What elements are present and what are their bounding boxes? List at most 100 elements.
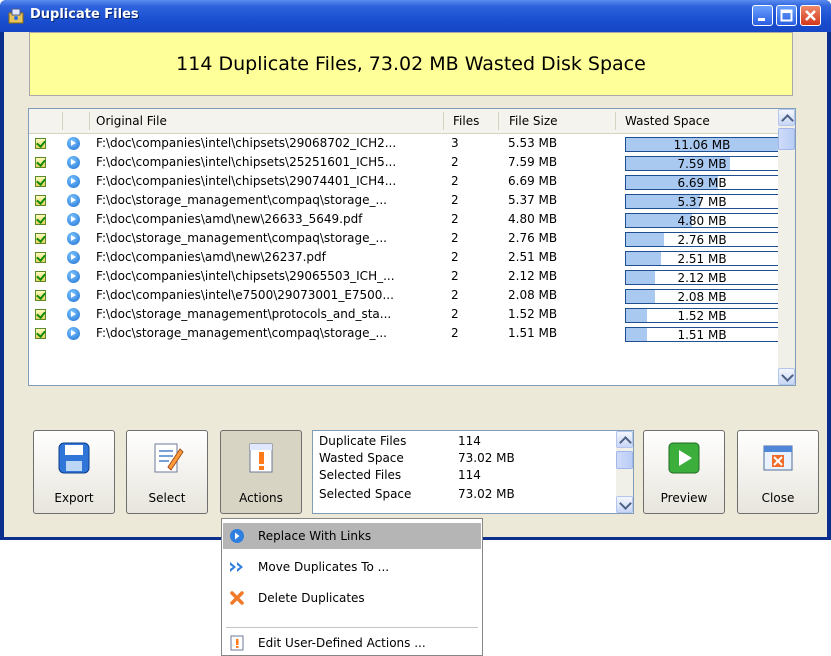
table-row[interactable]: F:\doc\storage_management\protocols_and_…: [29, 305, 795, 324]
wasted-space-cell: 2.12 MB: [677, 271, 727, 285]
actions-label: Actions: [239, 491, 283, 505]
minimize-button[interactable]: [752, 5, 773, 26]
save-disk-icon: [58, 442, 90, 474]
file-size-cell: 6.69 MB: [508, 174, 558, 188]
file-size-cell: 2.12 MB: [508, 269, 558, 283]
minimize-icon: [758, 18, 765, 21]
table-row[interactable]: F:\doc\companies\intel\chipsets\25251601…: [29, 153, 795, 172]
row-checkbox[interactable]: [35, 328, 46, 339]
table-row[interactable]: F:\doc\storage_management\compaq\storage…: [29, 191, 795, 210]
select-button[interactable]: Select: [126, 430, 208, 514]
wasted-space-bar: 2.12 MB: [625, 270, 779, 285]
table-row[interactable]: F:\doc\companies\intel\chipsets\29068702…: [29, 134, 795, 153]
stats-scroll-up[interactable]: [616, 431, 633, 449]
row-checkbox[interactable]: [35, 233, 46, 244]
maximize-button[interactable]: [776, 5, 797, 26]
table-row[interactable]: F:\doc\storage_management\compaq\storage…: [29, 324, 795, 343]
replace-links-icon: [230, 529, 244, 543]
close-window-icon: [763, 445, 793, 471]
preview-button[interactable]: Preview: [643, 430, 725, 514]
stat-label: Duplicate Files: [319, 434, 407, 448]
wasted-space-bar: 4.80 MB: [625, 213, 779, 228]
menu-item-label: Move Duplicates To ...: [258, 560, 390, 574]
files-count-cell: 2: [451, 269, 459, 283]
table-row[interactable]: F:\doc\companies\amd\new\26237.pdf 2 2.51 …: [29, 248, 795, 267]
row-checkbox[interactable]: [35, 214, 46, 225]
actions-button[interactable]: Actions: [220, 430, 302, 514]
action-arrow-icon: [67, 194, 80, 207]
table-row[interactable]: F:\doc\companies\amd\new\26633_5649.pdf 2…: [29, 210, 795, 229]
wasted-space-bar: 1.51 MB: [625, 327, 779, 342]
action-arrow-icon: [67, 232, 80, 245]
table-row[interactable]: F:\doc\storage_management\compaq\storage…: [29, 229, 795, 248]
row-checkbox[interactable]: [35, 195, 46, 206]
original-file-cell: F:\doc\companies\intel\chipsets\29074401…: [96, 174, 397, 188]
action-arrow-icon: [67, 175, 80, 188]
action-arrow-icon: [67, 156, 80, 169]
actions-icon: [249, 443, 273, 473]
list-scrollbar[interactable]: [778, 109, 795, 385]
wasted-space-cell: 1.51 MB: [677, 328, 727, 342]
table-row[interactable]: F:\doc\companies\intel\e7500\29073001_E7…: [29, 286, 795, 305]
row-checkbox[interactable]: [35, 271, 46, 282]
menu-item-delete-duplicates[interactable]: Delete Duplicates: [223, 585, 481, 611]
export-button[interactable]: Export: [33, 430, 115, 514]
row-checkbox[interactable]: [35, 290, 46, 301]
stats-scroll-thumb[interactable]: [616, 451, 633, 469]
scroll-up-button[interactable]: [778, 109, 795, 127]
move-icon: [230, 562, 243, 572]
app-icon: [8, 8, 24, 24]
file-size-cell: 1.52 MB: [508, 307, 558, 321]
column-wasted-space[interactable]: Wasted Space: [625, 114, 710, 128]
file-size-cell: 1.51 MB: [508, 326, 558, 340]
wasted-space-cell: 1.52 MB: [677, 309, 727, 323]
file-size-cell: 2.08 MB: [508, 288, 558, 302]
files-count-cell: 2: [451, 212, 459, 226]
menu-item-edit-user-defined-actions[interactable]: Edit User-Defined Actions ...: [223, 630, 481, 656]
stats-scrollbar[interactable]: [616, 431, 633, 513]
menu-item-label: Delete Duplicates: [258, 591, 365, 605]
table-row[interactable]: F:\doc\companies\intel\chipsets\29065503…: [29, 267, 795, 286]
menu-separator: [226, 627, 478, 628]
files-count-cell: 2: [451, 174, 459, 188]
duplicate-files-window: Duplicate Files 114 Duplicate Files, 73.…: [0, 0, 831, 540]
file-size-cell: 5.53 MB: [508, 136, 558, 150]
preview-label: Preview: [660, 491, 708, 505]
actions-menu: Replace With Links Move Duplicates To ..…: [221, 518, 483, 656]
action-arrow-icon: [67, 270, 80, 283]
scroll-thumb[interactable]: [778, 128, 795, 150]
original-file-cell: F:\doc\companies\amd\new\26237.pdf: [96, 250, 326, 264]
table-row[interactable]: F:\doc\companies\intel\chipsets\29074401…: [29, 172, 795, 191]
row-checkbox[interactable]: [35, 138, 46, 149]
close-button[interactable]: Close: [737, 430, 819, 514]
window-title: Duplicate Files: [30, 7, 139, 22]
close-window-button[interactable]: [800, 5, 821, 26]
scroll-down-button[interactable]: [778, 368, 795, 385]
stat-value: 114: [458, 468, 481, 482]
column-original-file[interactable]: Original File: [96, 114, 167, 128]
original-file-cell: F:\doc\companies\amd\new\26633_5649.pdf: [96, 212, 363, 226]
stats-scroll-down[interactable]: [616, 496, 633, 513]
wasted-space-cell: 2.76 MB: [677, 233, 727, 247]
column-file-size[interactable]: File Size: [509, 114, 558, 128]
stat-label: Selected Files: [319, 468, 402, 482]
row-checkbox[interactable]: [35, 252, 46, 263]
stat-value: 73.02 MB: [458, 451, 515, 465]
row-checkbox[interactable]: [35, 157, 46, 168]
title-bar[interactable]: Duplicate Files: [0, 0, 831, 32]
close-label: Close: [761, 491, 795, 505]
maximize-icon: [780, 9, 793, 22]
action-arrow-icon: [67, 308, 80, 321]
files-count-cell: 2: [451, 326, 459, 340]
wasted-space-bar: 2.76 MB: [625, 232, 779, 247]
play-icon: [668, 442, 700, 474]
list-rows: F:\doc\companies\intel\chipsets\29068702…: [29, 134, 795, 343]
duplicates-list[interactable]: Original File Files File Size Wasted Spa…: [28, 108, 796, 386]
row-checkbox[interactable]: [35, 309, 46, 320]
row-checkbox[interactable]: [35, 176, 46, 187]
menu-item-replace-with-links[interactable]: Replace With Links: [223, 523, 481, 549]
menu-item-move-duplicates[interactable]: Move Duplicates To ...: [223, 554, 481, 580]
file-size-cell: 7.59 MB: [508, 155, 558, 169]
column-files[interactable]: Files: [453, 114, 479, 128]
chevron-up-icon: [619, 436, 632, 449]
